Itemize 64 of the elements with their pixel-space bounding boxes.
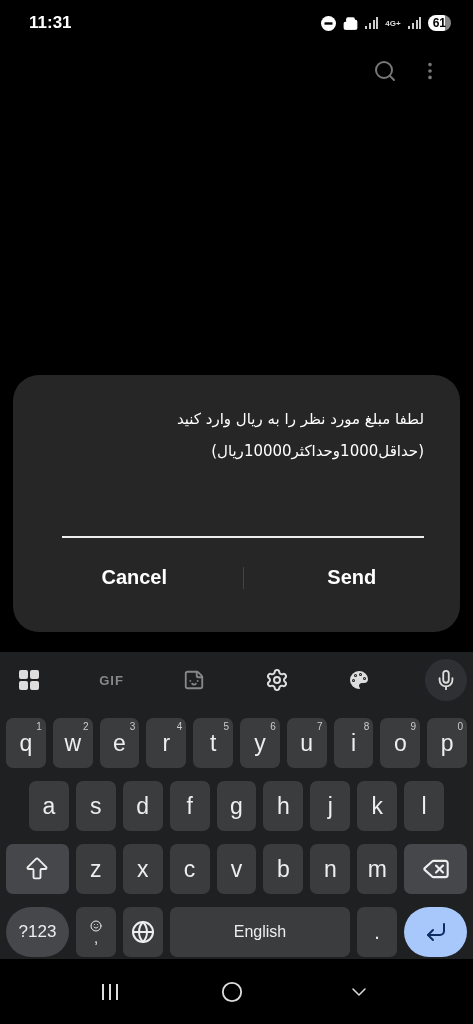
sticker-icon: [183, 669, 206, 691]
letter-key[interactable]: c: [169, 844, 210, 894]
backspace-key[interactable]: [404, 844, 468, 894]
signal-icon: [407, 17, 421, 29]
smiley-icon: [90, 920, 102, 932]
letter-key[interactable]: b: [263, 844, 304, 894]
network-type: 4G+: [385, 18, 401, 28]
letter-key[interactable]: f: [169, 781, 210, 831]
home-icon[interactable]: [221, 980, 244, 1003]
letter-key[interactable]: d: [122, 781, 163, 831]
letter-key[interactable]: o 9: [380, 718, 421, 768]
signal-icon: [365, 17, 379, 29]
emoji-key[interactable]: ,: [76, 907, 116, 957]
key-hint: 3: [129, 721, 136, 732]
letter-key[interactable]: m: [357, 844, 398, 894]
letter-key[interactable]: e 3: [99, 718, 140, 768]
key-hint: 8: [363, 721, 370, 732]
space-key[interactable]: English: [170, 907, 350, 957]
letter-key[interactable]: u 7: [286, 718, 327, 768]
globe-key[interactable]: [123, 907, 163, 957]
key-hint: 2: [83, 721, 89, 732]
cancel-button[interactable]: Cancel: [26, 560, 243, 595]
letter-key[interactable]: s: [75, 781, 116, 831]
battery-level: 61: [427, 15, 451, 31]
letter-key[interactable]: g: [216, 781, 257, 831]
key-hint: 0: [457, 721, 463, 732]
gif-button[interactable]: GIF: [94, 659, 129, 701]
do-not-disturb-icon: [321, 15, 337, 31]
letter-key[interactable]: n: [310, 844, 351, 894]
letter-key[interactable]: h: [263, 781, 304, 831]
letter-key[interactable]: w 2: [52, 718, 93, 768]
clock-time: 11:31: [29, 13, 73, 33]
settings-icon: [264, 668, 289, 692]
key-hint: 7: [317, 721, 323, 732]
key-hint: 5: [223, 721, 229, 732]
dialog-message: لطفا مبلغ مورد نظر را به ریال وارد کنید: [176, 409, 424, 430]
dialog-message: (حداقل1000وحداکثر10000ریال): [211, 441, 424, 462]
letter-key[interactable]: k: [357, 781, 398, 831]
recent-apps-icon[interactable]: [101, 983, 118, 1000]
letter-key[interactable]: p 0: [427, 718, 467, 768]
search-icon[interactable]: [373, 59, 397, 83]
key-hint: 4: [176, 721, 183, 732]
grid-icon: [17, 668, 41, 692]
key-hint: 9: [410, 721, 417, 732]
symbols-key[interactable]: ?123: [6, 907, 69, 957]
period-key[interactable]: .: [357, 907, 397, 957]
globe-icon: [131, 920, 155, 944]
shift-key[interactable]: [6, 844, 69, 894]
letter-key[interactable]: z: [75, 844, 116, 894]
send-button[interactable]: Send: [243, 560, 460, 595]
letter-key[interactable]: y 6: [240, 718, 280, 768]
letter-key[interactable]: r 4: [146, 718, 187, 768]
letter-key[interactable]: q 1: [6, 718, 46, 768]
letter-key[interactable]: i 8: [333, 718, 374, 768]
key-hint: 1: [36, 721, 42, 732]
enter-key[interactable]: [404, 907, 467, 957]
letter-key[interactable]: j: [310, 781, 351, 831]
key-hint: 6: [270, 721, 276, 732]
letter-key[interactable]: v: [216, 844, 257, 894]
microphone-button[interactable]: [424, 659, 467, 701]
letter-key[interactable]: t 5: [193, 718, 233, 768]
letter-key[interactable]: l: [404, 781, 444, 831]
letter-key[interactable]: x: [122, 844, 163, 894]
letter-key[interactable]: a: [29, 781, 69, 831]
